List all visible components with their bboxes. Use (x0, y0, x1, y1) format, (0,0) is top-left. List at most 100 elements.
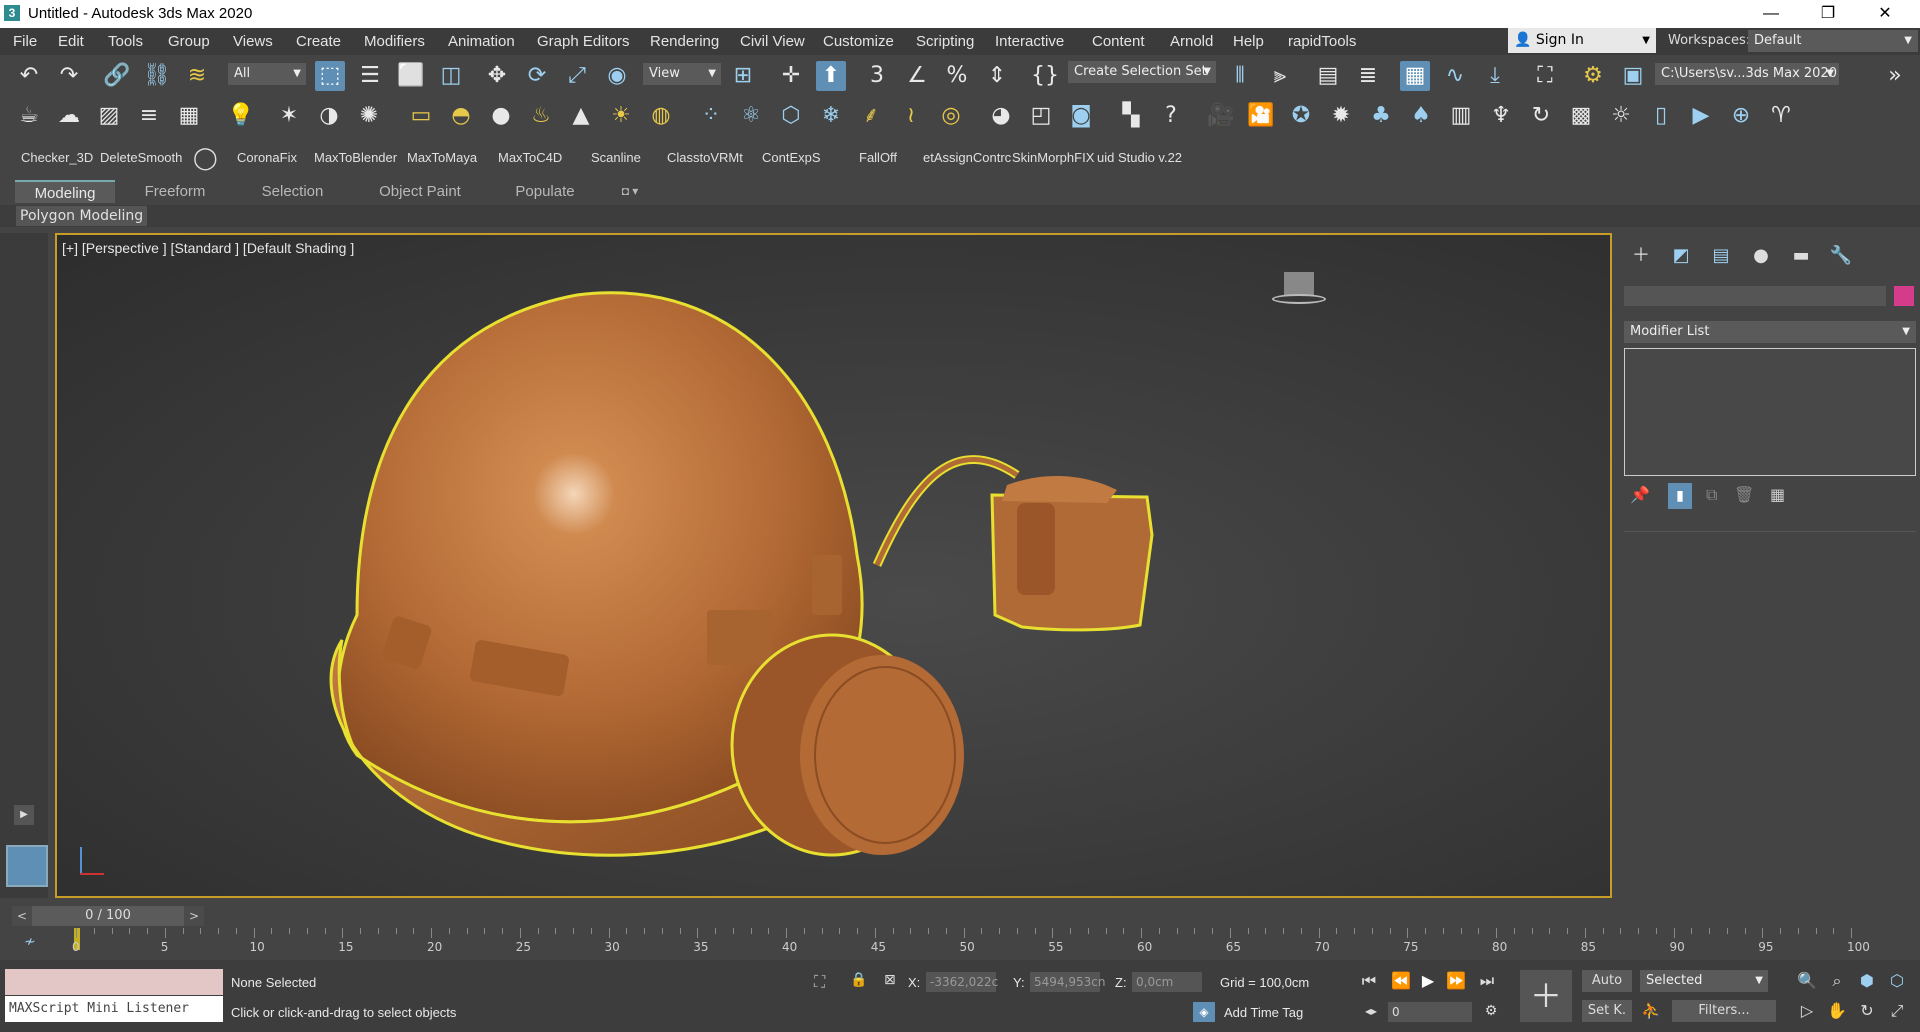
keyboard-shortcut-override-icon[interactable]: ⬆ (816, 61, 846, 91)
grid-icon[interactable]: ▦ (174, 101, 204, 131)
mirror-icon[interactable]: ⫴ (1225, 61, 1255, 91)
set-key-icon[interactable]: ＋ (1520, 970, 1572, 1022)
circle-icon[interactable]: ◯ (193, 145, 218, 171)
viewcube[interactable] (1272, 272, 1326, 306)
filters-button[interactable]: Filters... (1672, 1000, 1776, 1022)
maxscript-listener[interactable]: MAXScript Mini Listener (5, 996, 223, 1022)
menu-scripting[interactable]: Scripting (916, 33, 974, 50)
auto-key-button[interactable]: Auto (1582, 970, 1632, 992)
close-button[interactable]: ✕ (1862, 0, 1908, 28)
object-color-swatch[interactable] (1894, 286, 1914, 306)
particles-icon[interactable]: ⁘ (696, 101, 726, 131)
configure-modifier-sets-icon[interactable]: ▦ (1770, 485, 1785, 504)
ribbon-toggle-icon[interactable]: ▦ (1400, 61, 1430, 91)
script-contexps[interactable]: ContExpS (762, 150, 821, 165)
hair-icon[interactable]: ≀ (896, 101, 926, 131)
previous-frame-icon[interactable]: ⏪ (1390, 970, 1412, 992)
redo-icon[interactable]: ↷ (54, 61, 84, 91)
key-filter-person-icon[interactable]: ⛹ (1640, 1000, 1662, 1022)
viewcube-face[interactable] (1284, 272, 1314, 296)
script-maxtoc4d[interactable]: MaxToC4D (498, 150, 562, 165)
z-coordinate-field[interactable]: 0,0cm (1132, 972, 1202, 992)
ribbon-options-icon[interactable]: ◘ ▾ (610, 180, 650, 203)
omni-light-icon[interactable]: ✪ (1286, 101, 1316, 131)
script-maxtoblender[interactable]: MaxToBlender (314, 150, 397, 165)
utilities-tab-icon[interactable]: 🔧 (1826, 243, 1856, 269)
fern-icon[interactable]: ♠ (1406, 101, 1436, 131)
script-etassigncontrc[interactable]: etAssignContrc (923, 150, 1011, 165)
menu-content[interactable]: Content (1092, 33, 1145, 50)
layer-explorer-icon[interactable]: ≣ (1353, 61, 1383, 91)
make-unique-icon[interactable]: ⧉ (1706, 485, 1717, 505)
key-mode-icon[interactable]: ◂▸ (1360, 1000, 1382, 1022)
time-slider-next-icon[interactable]: > (184, 906, 204, 926)
script-coronafix[interactable]: CoronaFix (237, 150, 297, 165)
time-slider-value[interactable]: 0 / 100 (32, 906, 184, 926)
disc-icon[interactable]: ◍ (646, 101, 676, 131)
selection-filter-select[interactable]: All ▼ (228, 63, 306, 85)
motion-tab-icon[interactable]: ● (1746, 243, 1776, 269)
sphere-helper-icon[interactable]: ◑ (314, 101, 344, 131)
tab-modeling[interactable]: Modeling (15, 180, 115, 203)
menu-help[interactable]: Help (1233, 33, 1264, 50)
viewcube-compass-ring[interactable] (1272, 294, 1326, 304)
isolate-selection-icon[interactable]: ⛶ (814, 972, 825, 992)
unlink-icon[interactable]: ⛓ (142, 61, 172, 91)
frame-buffer-icon[interactable]: ▩ (1566, 101, 1596, 131)
orbit-icon[interactable]: ↻ (1856, 1000, 1878, 1022)
camera-icon[interactable]: 🎥 (1206, 101, 1236, 131)
display-tab-icon[interactable]: ▬ (1786, 243, 1816, 269)
geo-icon[interactable]: ⬡ (776, 101, 806, 131)
hierarchy-tab-icon[interactable]: ▤ (1706, 243, 1736, 269)
scale-icon[interactable]: ⤢ (562, 61, 592, 91)
zoom-extents-all-icon[interactable]: ⬡ (1886, 970, 1908, 992)
pivot-center-icon[interactable]: ⊞ (728, 61, 758, 91)
tab-freeform[interactable]: Freeform (130, 180, 220, 203)
selection-lock-icon[interactable]: 🔒 (850, 972, 867, 988)
tab-populate[interactable]: Populate (500, 180, 590, 203)
menu-civil-view[interactable]: Civil View (740, 33, 805, 50)
spinner-snap-icon[interactable]: ⇕ (982, 61, 1012, 91)
wood-icon[interactable]: ◎ (936, 101, 966, 131)
track-bar[interactable]: 0 5 10 15 20 25 30 35 40 45 50 55 60 65 70 75 80 85 90 95 10… (72, 928, 1870, 958)
bind-space-warp-icon[interactable]: ≋ (182, 61, 212, 91)
light-bulb-icon[interactable]: 💡 (226, 101, 256, 131)
rotate-icon[interactable]: ⟳ (522, 61, 552, 91)
tool-icon[interactable]: ✺ (354, 101, 384, 131)
teapot-outline-icon[interactable]: ♈ (1766, 101, 1796, 131)
menu-rendering[interactable]: Rendering (650, 33, 719, 50)
play-icon[interactable]: ▶ (1417, 970, 1439, 992)
minimize-button[interactable]: — (1748, 0, 1794, 28)
time-slider[interactable]: < 0 / 100 > (12, 906, 204, 926)
select-object-icon[interactable]: ⬚ (315, 61, 345, 91)
go-to-start-icon[interactable]: ⏮ (1358, 970, 1380, 992)
plane-icon[interactable]: ▭ (406, 101, 436, 131)
script-scanline[interactable]: Scanline (591, 150, 641, 165)
toolbar-overflow-icon[interactable]: » (1880, 61, 1910, 91)
sun-icon[interactable]: ☀ (606, 101, 636, 131)
material-ball-icon[interactable]: ◕ (986, 101, 1016, 131)
grass-icon[interactable]: ⸙ (856, 101, 886, 131)
script-maxtomaya[interactable]: MaxToMaya (407, 150, 477, 165)
menu-tools[interactable]: Tools (108, 33, 143, 50)
reference-coordinate-select[interactable]: View ▼ (643, 63, 721, 85)
molecule-icon[interactable]: ⚛ (736, 101, 766, 131)
modifier-list-select[interactable]: Modifier List ▼ (1624, 321, 1916, 343)
script-classtovrmt[interactable]: ClasstoVRMt (667, 150, 743, 165)
scene-explorer-icon[interactable]: ▤ (1313, 61, 1343, 91)
flame-icon[interactable]: ♆ (1486, 101, 1516, 131)
rendered-frame-window-icon[interactable]: ▣ (1618, 61, 1648, 91)
zoom-extents-icon[interactable]: ⬢ (1856, 970, 1878, 992)
bulb-outline-icon[interactable]: ☼ (1606, 101, 1636, 131)
tab-selection[interactable]: Selection (245, 180, 340, 203)
snaps-toggle-icon[interactable]: 3 (862, 61, 892, 91)
menu-graph-editors[interactable]: Graph Editors (537, 33, 630, 50)
expand-arrow-icon[interactable]: ▶ (14, 805, 34, 825)
render-setup-icon[interactable]: ⚙ (1578, 61, 1608, 91)
helmet-model[interactable] (57, 235, 1610, 896)
list-icon[interactable]: ≡ (134, 101, 164, 131)
modify-tab-icon[interactable]: ◩ (1666, 243, 1696, 269)
time-tag-icon[interactable]: ◈ (1193, 1002, 1215, 1022)
modifier-stack[interactable] (1624, 348, 1916, 476)
menu-customize[interactable]: Customize (823, 33, 894, 50)
